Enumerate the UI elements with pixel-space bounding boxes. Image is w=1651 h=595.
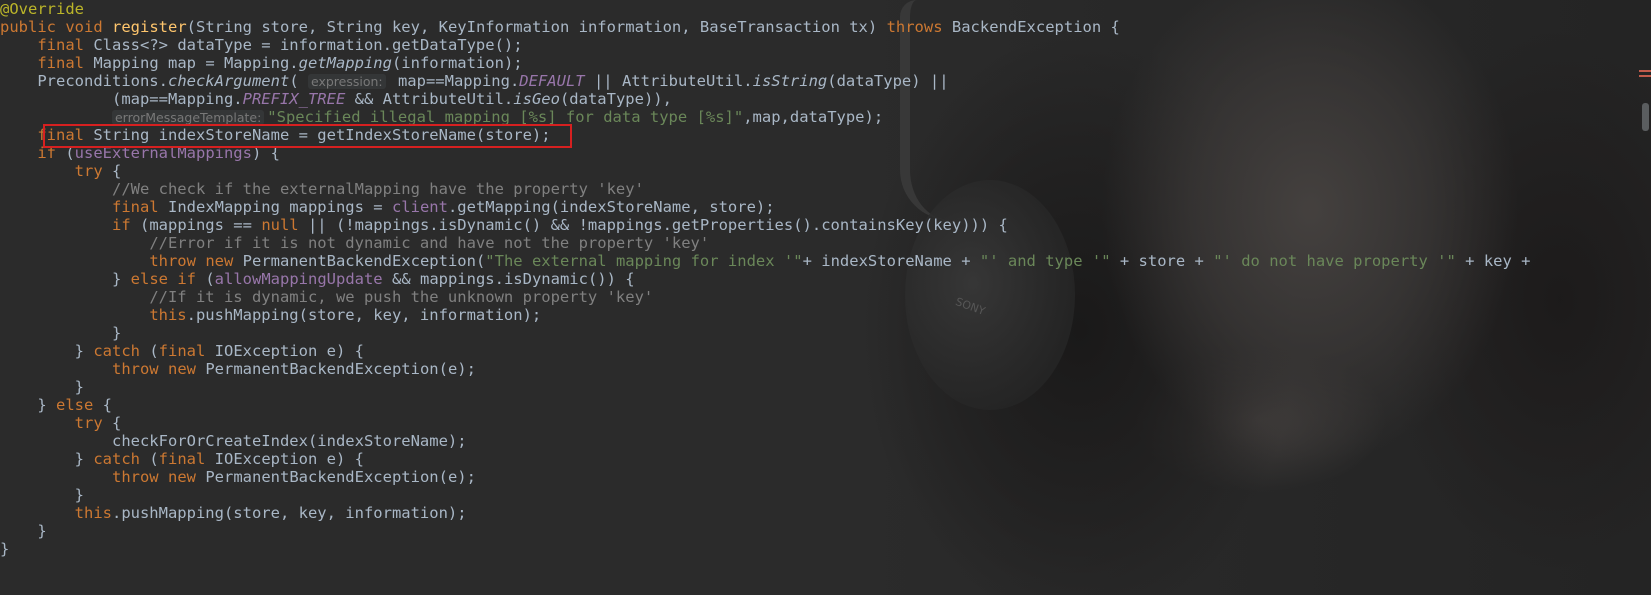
code-line: this.pushMapping(store, key, information… bbox=[74, 504, 467, 522]
code-line: final Class<?> dataType = information.ge… bbox=[37, 36, 523, 54]
code-line: (map==Mapping.PREFIX_TREE && AttributeUt… bbox=[111, 90, 672, 108]
method-name[interactable]: register bbox=[112, 18, 187, 36]
code-line: throw new PermanentBackendException(e); bbox=[111, 360, 476, 378]
scrollbar-thumb[interactable] bbox=[1642, 103, 1649, 131]
code-editor[interactable]: SONY @Override public void register(Strin… bbox=[0, 0, 1651, 595]
code-line: //We check if the externalMapping have t… bbox=[111, 180, 644, 198]
code-line: try { bbox=[74, 162, 122, 180]
code-line: } bbox=[74, 378, 84, 396]
code-line: Preconditions.checkArgument( expression:… bbox=[37, 72, 949, 90]
code-line: public void register(String store, Strin… bbox=[0, 18, 1120, 36]
parameter-hint: errorMessageTemplate: bbox=[111, 110, 265, 125]
code-line: //Error if it is not dynamic and have no… bbox=[149, 234, 710, 252]
code-line: } bbox=[37, 522, 47, 540]
code-text[interactable]: @Override public void register(String sto… bbox=[0, 0, 1531, 558]
code-line: } catch (final IOException e) { bbox=[74, 450, 364, 468]
code-line: } bbox=[74, 486, 84, 504]
code-line: errorMessageTemplate: "Specified illegal … bbox=[0, 108, 1531, 126]
code-line: checkForOrCreateIndex(indexStoreName); bbox=[111, 432, 467, 450]
error-marker[interactable] bbox=[1639, 75, 1651, 77]
code-line: } else if (allowMappingUpdate && mapping… bbox=[111, 270, 635, 288]
code-line: if (mappings == null || (!mappings.isDyn… bbox=[111, 216, 1008, 234]
code-line: if (useExternalMappings) { bbox=[37, 144, 280, 162]
code-line: final IndexMapping mappings = client.get… bbox=[111, 198, 775, 216]
code-line: throw new PermanentBackendException("The… bbox=[149, 252, 1531, 270]
parameter-hint: expression: bbox=[308, 74, 386, 89]
code-line: } bbox=[111, 324, 122, 342]
error-marker[interactable] bbox=[1639, 70, 1651, 72]
code-line: try { bbox=[74, 414, 122, 432]
code-line: } else { bbox=[37, 396, 112, 414]
code-line: @Override bbox=[0, 0, 84, 18]
code-line: } bbox=[0, 540, 10, 558]
code-line: //If it is dynamic, we push the unknown … bbox=[149, 288, 654, 306]
code-line: final Mapping map = Mapping.getMapping(i… bbox=[37, 54, 523, 72]
code-line-highlighted: final String indexStoreName = getIndexSt… bbox=[37, 126, 551, 144]
code-line: this.pushMapping(store, key, information… bbox=[149, 306, 542, 324]
code-line: } catch (final IOException e) { bbox=[74, 342, 364, 360]
code-line: throw new PermanentBackendException(e); bbox=[111, 468, 476, 486]
